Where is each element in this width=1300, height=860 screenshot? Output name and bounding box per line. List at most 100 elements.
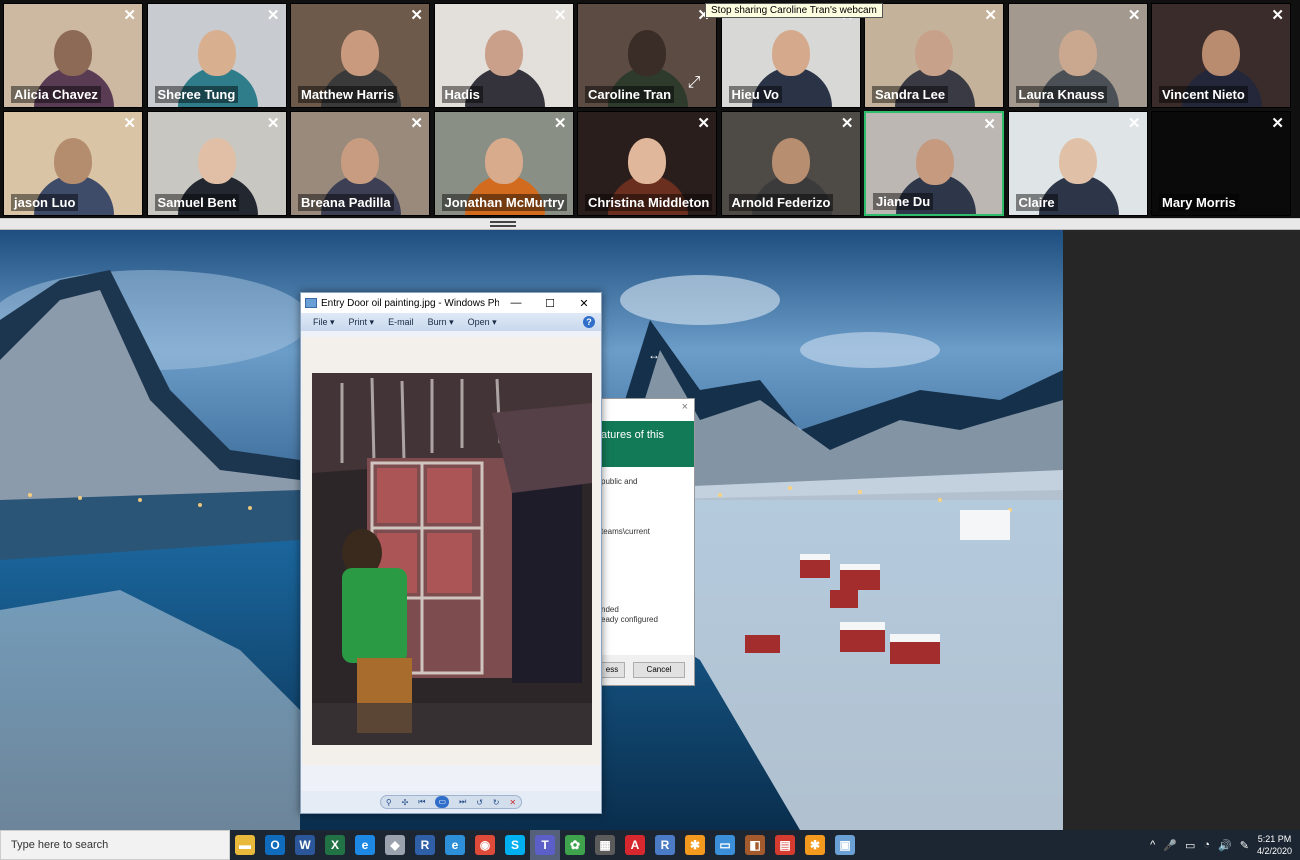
calculator-icon[interactable]: ▦: [590, 830, 620, 860]
participant-tile[interactable]: jason Luo ✕: [3, 111, 143, 216]
rotate-left-icon[interactable]: ↺: [476, 798, 483, 807]
previous-icon[interactable]: ⏮: [418, 797, 425, 807]
volume-icon[interactable]: 🔊: [1218, 839, 1232, 852]
excel-icon[interactable]: X: [320, 830, 350, 860]
microphone-icon[interactable]: 🎤: [1163, 839, 1177, 852]
participant-name: Laura Knauss: [1015, 86, 1108, 103]
teams-icon-glyph: T: [535, 835, 555, 855]
close-video-icon[interactable]: ✕: [123, 114, 136, 132]
close-video-icon[interactable]: ✕: [841, 114, 854, 132]
participant-name: Claire: [1015, 194, 1058, 211]
menu-open[interactable]: Open ▾: [468, 317, 497, 328]
chrome-icon[interactable]: ◉: [470, 830, 500, 860]
network-icon[interactable]: ◔: [1203, 839, 1210, 851]
word-icon[interactable]: W: [290, 830, 320, 860]
participant-tile[interactable]: Christina Middleton ✕: [577, 111, 717, 216]
close-video-icon[interactable]: ✕: [410, 114, 423, 132]
rotate-right-icon[interactable]: ↻: [493, 798, 500, 807]
system-tray: ^ 🎤 ▭ ◔ 🔊 ✎ 5:21 PM 4/2/2020: [1150, 833, 1300, 857]
taskbar-clock[interactable]: 5:21 PM 4/2/2020: [1257, 833, 1292, 857]
participant-tile[interactable]: Hieu Vo✕: [720, 3, 861, 108]
skype-icon[interactable]: S: [500, 830, 530, 860]
acrobat-icon[interactable]: A: [620, 830, 650, 860]
ie-icon[interactable]: e: [440, 830, 470, 860]
help-icon[interactable]: ?: [583, 316, 595, 328]
background-dialog: × atures of this public and teams\curren…: [598, 398, 695, 686]
file-explorer-icon[interactable]: ▬: [230, 830, 260, 860]
show-hidden-icons-icon[interactable]: ^: [1150, 839, 1155, 851]
app3-icon[interactable]: ◧: [740, 830, 770, 860]
participant-tile[interactable]: Samuel Bent ✕: [146, 111, 287, 216]
close-video-icon[interactable]: ✕: [554, 114, 567, 132]
shared-desktop: × atures of this public and teams\curren…: [0, 230, 1063, 830]
participant-tile[interactable]: Breana Padilla ✕: [290, 111, 430, 216]
app2-icon[interactable]: ✱: [680, 830, 710, 860]
participant-tile[interactable]: Matthew Harris ✕: [290, 3, 430, 108]
participant-tile[interactable]: Sheree Tung ✕: [146, 3, 287, 108]
outlook-icon[interactable]: O: [260, 830, 290, 860]
close-video-icon[interactable]: ✕: [123, 6, 136, 24]
resize-grip-icon[interactable]: [490, 221, 516, 227]
taskbar-search-input[interactable]: Type here to search: [0, 830, 230, 860]
close-video-icon[interactable]: ✕: [984, 6, 997, 24]
menu-burn[interactable]: Burn ▾: [428, 317, 454, 328]
participant-tile[interactable]: Alicia Chavez ✕: [3, 3, 143, 108]
participant-tile[interactable]: Jiane Du ✕: [864, 111, 1004, 216]
maximize-button[interactable]: ☐: [533, 297, 567, 310]
participant-name: Hieu Vo: [728, 86, 782, 103]
taskbar-app-strip: ▬ O W Xe ◆ Re ◉ S T ✿ ▦ A R ✱ ▭ ◧ ▤ ✱ ▣: [230, 830, 860, 860]
menu-print[interactable]: Print ▾: [349, 317, 375, 328]
dialog-ok-button[interactable]: ess: [599, 662, 625, 678]
menu-email[interactable]: E-mail: [388, 317, 414, 327]
close-video-icon[interactable]: ✕: [410, 6, 423, 24]
close-video-icon[interactable]: ✕: [1271, 6, 1284, 24]
participant-tile[interactable]: Sandra Lee ✕: [864, 3, 1004, 108]
close-video-icon[interactable]: ✕: [983, 115, 996, 133]
gallery-resize-divider[interactable]: [0, 218, 1300, 230]
r-app-icon[interactable]: R: [410, 830, 440, 860]
pen-icon[interactable]: ✎: [1240, 839, 1249, 852]
close-video-icon[interactable]: ✕: [1128, 6, 1141, 24]
participant-tile[interactable]: Hadis ✕: [433, 3, 574, 108]
app-icon[interactable]: ◆: [380, 830, 410, 860]
app2-icon-glyph: ✱: [685, 835, 705, 855]
participant-tile[interactable]: Arnold Federizo ✕: [720, 111, 861, 216]
delete-icon[interactable]: ✕: [509, 798, 516, 807]
dialog-text-line: nded: [601, 605, 619, 614]
r-studio-icon[interactable]: R: [650, 830, 680, 860]
close-video-icon[interactable]: ✕: [267, 6, 280, 24]
minimize-button[interactable]: —: [499, 297, 533, 309]
close-button[interactable]: ✕: [567, 297, 601, 310]
menu-file[interactable]: File ▾: [313, 317, 335, 328]
next-icon[interactable]: ⏭: [459, 797, 466, 807]
participant-tile[interactable]: Vincent Nieto ✕: [1151, 3, 1291, 108]
app4-icon[interactable]: ▤: [770, 830, 800, 860]
paint-icon[interactable]: ✿: [560, 830, 590, 860]
close-video-icon[interactable]: ✕: [554, 6, 567, 24]
expand-icon[interactable]: ⤢: [683, 74, 705, 96]
teams-icon[interactable]: T: [530, 830, 560, 860]
edge-icon[interactable]: e: [350, 830, 380, 860]
participant-tile[interactable]: Jonathan McMurtry ✕: [433, 111, 574, 216]
close-video-icon[interactable]: ✕: [1128, 114, 1141, 132]
photo-viewer-titlebar[interactable]: Entry Door oil painting.jpg - Windows Ph…: [301, 293, 601, 313]
edge-icon-glyph: e: [355, 835, 375, 855]
photos-icon[interactable]: ▣: [830, 830, 860, 860]
windows-taskbar: Type here to search ▬ O W Xe ◆ Re ◉ S T ✿ ▦ A R ✱ ▭ ◧ ▤ ✱…: [0, 830, 1300, 860]
slideshow-icon[interactable]: ▭: [435, 796, 450, 808]
close-video-icon[interactable]: ✕: [1271, 114, 1284, 132]
dialog-close-button[interactable]: ×: [682, 401, 688, 413]
close-video-icon[interactable]: ✕: [267, 114, 280, 132]
zoom-icon[interactable]: ⚲: [386, 798, 392, 807]
fit-icon[interactable]: ✣: [402, 798, 409, 807]
participant-tile[interactable]: Claire ✕: [1007, 111, 1148, 216]
close-video-icon[interactable]: ✕: [697, 114, 710, 132]
participant-face: [341, 138, 379, 184]
participant-tile[interactable]: Laura Knauss ✕: [1007, 3, 1148, 108]
monitor-icon[interactable]: ▭: [710, 830, 740, 860]
app5-icon[interactable]: ✱: [800, 830, 830, 860]
dialog-cancel-button[interactable]: Cancel: [633, 662, 685, 678]
excel-icon-glyph: X: [325, 835, 345, 855]
participant-tile[interactable]: Mary Morris ✕: [1151, 111, 1291, 216]
battery-icon[interactable]: ▭: [1185, 839, 1195, 852]
